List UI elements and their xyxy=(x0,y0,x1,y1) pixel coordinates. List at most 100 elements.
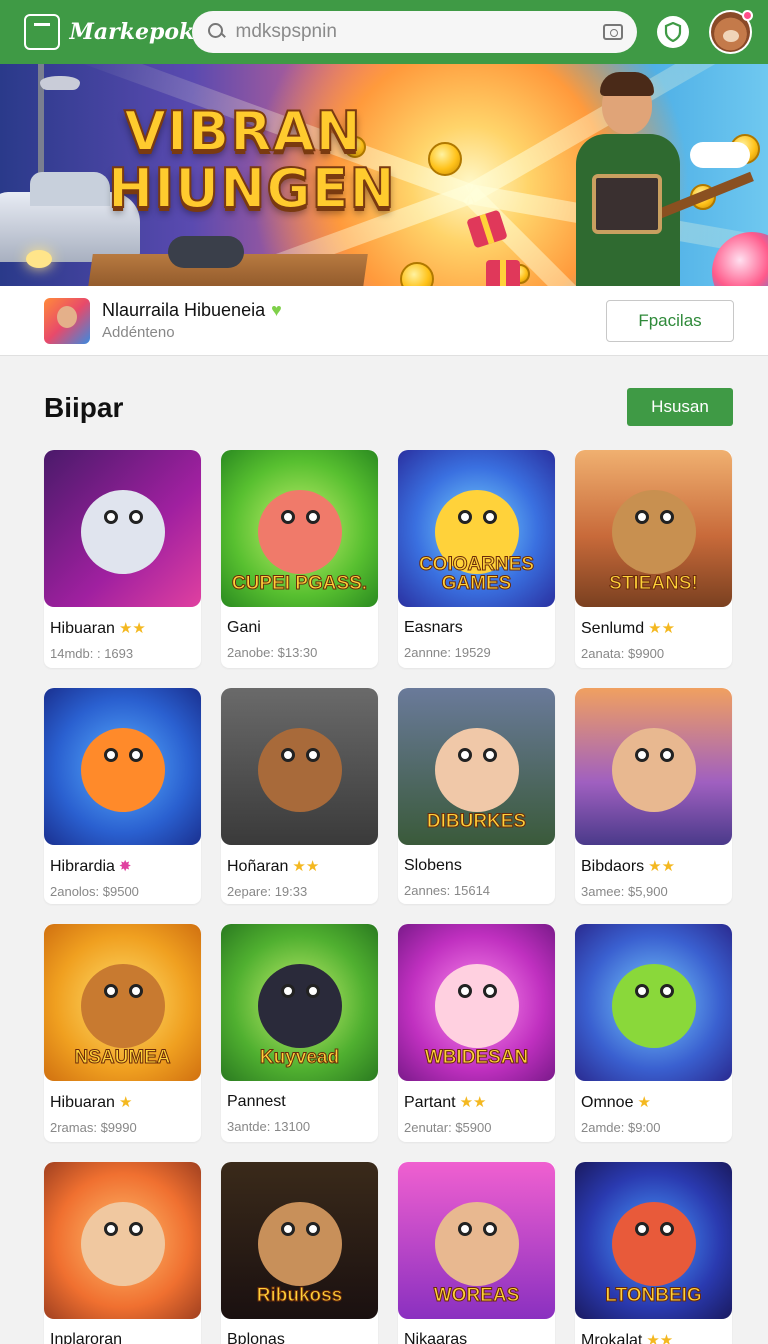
app-card[interactable]: RibukossBplonas3anobis: $1:20 xyxy=(221,1162,378,1344)
app-card[interactable]: Hibuaran ★★ 14mdb: : 1693 xyxy=(44,450,201,668)
accordion-graphic xyxy=(592,174,662,234)
app-card[interactable]: Inplaroran2renter: $3300 xyxy=(44,1162,201,1344)
app-thumbnail[interactable] xyxy=(44,450,201,607)
app-name-text: Nikaaras xyxy=(404,1331,468,1344)
rating-star-icon: ★★ xyxy=(292,858,320,875)
app-character-art xyxy=(80,489,165,574)
app-thumbnail[interactable]: WOREAS xyxy=(398,1162,555,1319)
app-name-text: Senlumd xyxy=(581,620,645,637)
rating-star-icon: ★★ xyxy=(648,858,676,875)
gift-box-graphic xyxy=(486,260,520,286)
app-name-text: Easnars xyxy=(404,619,463,636)
section-title: Biipar xyxy=(44,392,124,423)
shield-button[interactable] xyxy=(657,16,689,48)
app-card[interactable]: Omnoe ★ 2amde: $9:00 xyxy=(575,924,732,1142)
app-thumbnail[interactable]: LTONBEIG xyxy=(575,1162,732,1319)
app-name: Bplonas xyxy=(227,1331,378,1344)
search-input[interactable] xyxy=(235,21,604,43)
section-action-button[interactable]: Hsusan xyxy=(627,388,733,426)
gamepad-graphic xyxy=(168,236,244,268)
app-thumbnail[interactable]: NSAUMEA xyxy=(44,924,201,1081)
app-name-text: Omnoe xyxy=(581,1094,634,1111)
app-name: Omnoe ★ xyxy=(581,1093,732,1112)
app-name-text: Hoñaran xyxy=(227,858,289,875)
camera-search-icon[interactable] xyxy=(603,24,624,40)
app-name: Hoñaran ★★ xyxy=(227,857,378,876)
app-name-text: Hibuaran xyxy=(50,620,115,637)
top-bar: Markepokee xyxy=(0,0,768,64)
app-thumbnail[interactable] xyxy=(44,1162,201,1319)
app-meta: 2annes: 15614 xyxy=(404,883,491,898)
app-character-art xyxy=(80,963,165,1048)
search-bar[interactable] xyxy=(191,11,638,53)
app-thumbnail[interactable]: CUPEI PGASS. xyxy=(221,450,378,607)
app-character-art xyxy=(611,1201,696,1286)
app-card[interactable]: Hoñaran ★★ 2epare: 19:33 xyxy=(221,688,378,904)
app-meta: 2annne: 19529 xyxy=(404,645,491,660)
app-card[interactable]: Hibrardia ✸ 2anolos: $9500 xyxy=(44,688,201,904)
app-character-art xyxy=(434,1201,519,1286)
app-name-text: Gani xyxy=(227,619,261,636)
app-thumbnail[interactable]: COIOARNES GAMES xyxy=(398,450,555,607)
featured-app-strip: Nlaurraila Hibueneia ♥ Addénteno Fpacila… xyxy=(0,286,768,356)
app-name-text: Hibrardia xyxy=(50,858,115,875)
app-thumbnail[interactable]: Ribukoss xyxy=(221,1162,378,1319)
app-name: Hibuaran ★ xyxy=(50,1093,201,1112)
hero-title-line-2: HIUNGEN xyxy=(107,156,396,220)
app-thumbnail[interactable]: DIBURKES xyxy=(398,688,555,845)
app-name: Slobens xyxy=(404,857,555,875)
app-meta: 2amde: $9:00 xyxy=(581,1120,661,1135)
featured-app-thumbnail[interactable] xyxy=(44,297,90,344)
app-character-art xyxy=(80,727,165,812)
rating-star-icon: ★★ xyxy=(646,1332,674,1344)
app-card[interactable]: CUPEI PGASS. Gani 2anobe: $13:30 xyxy=(221,450,378,668)
app-thumbnail[interactable]: Kuyvead xyxy=(221,924,378,1081)
app-thumbnail[interactable] xyxy=(44,688,201,845)
app-art-text: WBIDESAN xyxy=(424,1047,529,1068)
app-card[interactable]: Bibdaors ★★ 3amee: $5,900 xyxy=(575,688,732,904)
app-art-text: Ribukoss xyxy=(256,1285,343,1306)
app-card[interactable]: STIEANS! Senlumd ★★ 2anata: $9900 xyxy=(575,450,732,668)
app-name-text: Bplonas xyxy=(227,1331,285,1344)
musician-character-graphic xyxy=(562,72,754,286)
notification-dot xyxy=(742,10,753,21)
hero-title-line-1: VIBRAN xyxy=(123,100,362,163)
app-card[interactable]: COIOARNES GAMES Easnars 2annne: 19529 xyxy=(398,450,555,668)
app-thumbnail[interactable] xyxy=(575,688,732,845)
app-logo-text[interactable]: Markepokee xyxy=(70,19,223,45)
app-thumbnail[interactable] xyxy=(221,688,378,845)
store-logo-icon[interactable] xyxy=(24,14,60,50)
featured-app-name: Nlaurraila Hibueneia xyxy=(102,300,266,320)
featured-action-button[interactable]: Fpacilas xyxy=(606,299,734,342)
app-meta: 14mdb: : 1693 xyxy=(50,646,134,661)
app-card[interactable]: NSAUMEA Hibuaran ★ 2ramas: $9990 xyxy=(44,924,201,1142)
featured-app-title[interactable]: Nlaurraila Hibueneia ♥ xyxy=(102,300,606,321)
app-name: Inplaroran xyxy=(50,1331,201,1344)
app-meta: 2anata: $9900 xyxy=(581,646,665,661)
app-thumbnail[interactable]: STIEANS! xyxy=(575,450,732,607)
app-name-text: Bibdaors xyxy=(581,858,645,875)
app-thumbnail[interactable] xyxy=(575,924,732,1081)
app-meta: 3antde: 13100 xyxy=(227,1119,311,1134)
app-character-art xyxy=(611,963,696,1048)
rating-star-icon: ★★ xyxy=(118,620,146,637)
app-card[interactable]: WBIDESAN Partant ★★ 2enutar: $5900 xyxy=(398,924,555,1142)
app-character-art xyxy=(611,489,696,574)
rating-star-icon: ★★ xyxy=(648,620,676,637)
app-card[interactable]: DIBURKES Slobens 2annes: 15614 xyxy=(398,688,555,904)
app-card[interactable]: LTONBEIGMrokalat★★2amens: 18900 xyxy=(575,1162,732,1344)
featured-app-info: Nlaurraila Hibueneia ♥ Addénteno xyxy=(102,300,606,341)
coin-graphic xyxy=(428,142,462,176)
app-name: Senlumd ★★ xyxy=(581,619,732,638)
app-card[interactable]: Kuyvead Pannest 3antde: 13100 xyxy=(221,924,378,1142)
user-avatar[interactable] xyxy=(708,10,753,54)
app-name-text: Hibuaran xyxy=(50,1094,115,1111)
hero-banner[interactable]: VIBRAN HIUNGEN xyxy=(0,64,768,286)
app-art-text: WOREAS xyxy=(433,1285,520,1306)
coin-graphic xyxy=(400,262,434,286)
app-card[interactable]: WOREASNikaaras2enuta: 13900 xyxy=(398,1162,555,1344)
app-name: Nikaaras xyxy=(404,1331,555,1344)
app-art-text: CUPEI PGASS. xyxy=(231,573,368,594)
app-name-text: Inplaroran xyxy=(50,1331,123,1344)
app-thumbnail[interactable]: WBIDESAN xyxy=(398,924,555,1081)
